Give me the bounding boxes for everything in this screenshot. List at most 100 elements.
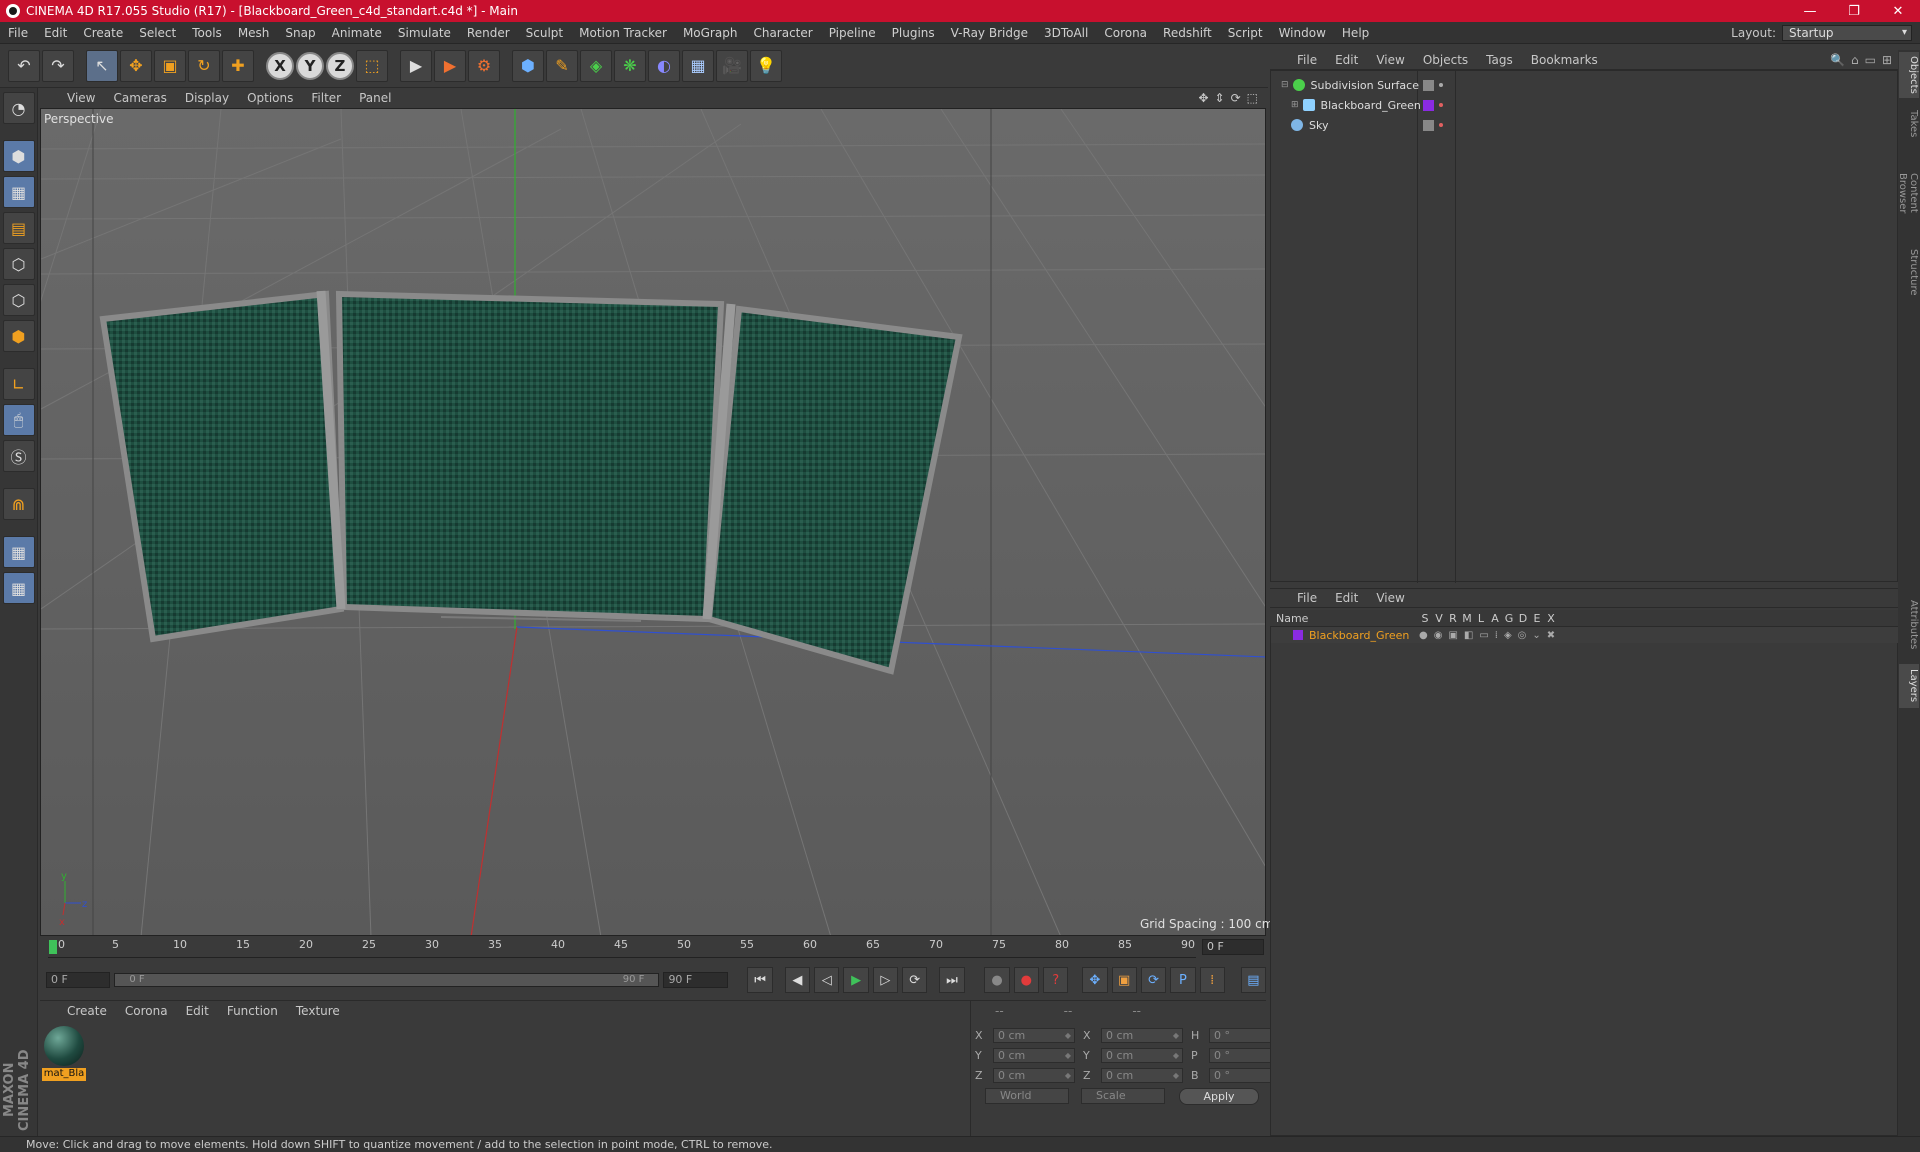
menu-character[interactable]: Character xyxy=(745,26,820,40)
snap-icon[interactable]: ⋒ xyxy=(2,488,35,520)
3d-viewport[interactable]: y z x xyxy=(40,108,1266,936)
new-window-icon[interactable]: ▭ xyxy=(1865,53,1876,67)
menu-window[interactable]: Window xyxy=(1271,26,1334,40)
key-position-button[interactable]: ✥ xyxy=(1082,967,1108,993)
preview-range-slider[interactable]: 0 F 90 F xyxy=(114,973,660,987)
workplane-mode-icon[interactable]: ▤ xyxy=(2,212,35,244)
add-cube-button[interactable]: ⬢ xyxy=(512,49,544,82)
previous-key-button[interactable]: ◀ xyxy=(784,967,811,993)
material-swatch[interactable]: mat_Bla xyxy=(42,1024,86,1081)
viewport-menu-panel[interactable]: Panel xyxy=(350,91,400,105)
menu-help[interactable]: Help xyxy=(1334,26,1377,40)
layer-toggle-icons[interactable]: ●◉▣◧▭⁞◈◎⌄✖ xyxy=(1419,630,1561,641)
menu-file[interactable]: File xyxy=(0,26,36,40)
render-dot-icon[interactable] xyxy=(1439,123,1443,127)
material-menu-create[interactable]: Create xyxy=(58,1004,116,1018)
menu-animate[interactable]: Animate xyxy=(324,26,390,40)
rotate-tool-button[interactable]: ↻ xyxy=(188,49,220,82)
objects-menu-view[interactable]: View xyxy=(1367,53,1413,67)
tab-content-browser[interactable]: Content Browser xyxy=(1897,148,1919,238)
add-array-button[interactable]: ❋ xyxy=(614,49,646,82)
position-z-field[interactable]: 0 cm xyxy=(993,1068,1075,1083)
layers-menu-view[interactable]: View xyxy=(1367,591,1413,605)
size-y-field[interactable]: 0 cm xyxy=(1101,1048,1183,1063)
menu-corona[interactable]: Corona xyxy=(1096,26,1155,40)
layers-menu-file[interactable]: File xyxy=(1288,591,1326,605)
objects-menu-objects[interactable]: Objects xyxy=(1414,53,1477,67)
close-button[interactable]: ✕ xyxy=(1876,0,1920,22)
menu-select[interactable]: Select xyxy=(131,26,184,40)
add-floor-button[interactable]: ▦ xyxy=(682,49,714,82)
objects-menu-tags[interactable]: Tags xyxy=(1477,53,1522,67)
visibility-toggle-icon[interactable] xyxy=(1423,119,1434,131)
move-tool-button[interactable]: ✥ xyxy=(120,49,152,82)
add-camera-button[interactable]: 🎥 xyxy=(716,49,748,82)
keyframe-selection-button[interactable]: ? xyxy=(1043,967,1069,993)
lock-workplane-icon[interactable]: ▦ xyxy=(2,536,35,568)
search-icon[interactable]: 🔍 xyxy=(1830,53,1845,67)
edges-mode-icon[interactable]: ⬡ xyxy=(2,284,35,316)
x-axis-lock-button[interactable]: X xyxy=(266,51,294,80)
tab-attributes[interactable]: Attributes xyxy=(1899,590,1919,660)
size-mode-select[interactable]: Scale xyxy=(1081,1088,1165,1104)
key-pla-button[interactable]: ⁞ xyxy=(1199,967,1225,993)
minimize-button[interactable]: — xyxy=(1788,0,1832,22)
objects-menu-edit[interactable]: Edit xyxy=(1326,53,1367,67)
autokey-button[interactable]: ● xyxy=(1013,967,1040,993)
menu-render[interactable]: Render xyxy=(459,26,518,40)
tab-layers[interactable]: Layers xyxy=(1899,664,1919,708)
timeline-window-button[interactable]: ▤ xyxy=(1240,967,1267,993)
menu-redshift[interactable]: Redshift xyxy=(1155,26,1220,40)
viewport-maximize-icon[interactable]: ⬚ xyxy=(1247,91,1258,105)
apply-button[interactable]: Apply xyxy=(1179,1088,1259,1105)
home-icon[interactable]: ⌂ xyxy=(1851,53,1859,67)
start-frame-field[interactable]: 0 F xyxy=(46,972,111,988)
render-settings-button[interactable]: ⚙ xyxy=(468,49,500,82)
layer-color-tag-icon[interactable] xyxy=(1423,99,1434,111)
render-dot-icon[interactable] xyxy=(1439,103,1443,107)
model-mode-icon[interactable]: ⬢ xyxy=(2,140,35,172)
tab-takes[interactable]: Takes xyxy=(1899,104,1919,144)
menu-plugins[interactable]: Plugins xyxy=(884,26,943,40)
object-row[interactable]: Sky xyxy=(1271,115,1899,135)
material-menu-texture[interactable]: Texture xyxy=(287,1004,349,1018)
add-nurbs-button[interactable]: ◈ xyxy=(580,49,612,82)
add-spline-pen-button[interactable]: ✎ xyxy=(546,49,578,82)
next-frame-button[interactable]: ▷ xyxy=(872,967,899,993)
add-light-button[interactable]: 💡 xyxy=(750,49,782,82)
add-deformer-button[interactable]: ◐ xyxy=(648,49,680,82)
coordinate-system-button[interactable]: ⬚ xyxy=(356,49,388,82)
menu-sculpt[interactable]: Sculpt xyxy=(518,26,571,40)
visibility-toggle-icon[interactable] xyxy=(1423,79,1434,91)
object-row[interactable]: ⊞ Blackboard_Green xyxy=(1271,95,1899,115)
axis-mode-icon[interactable]: ∟ xyxy=(2,368,35,400)
viewport-orbit-icon[interactable]: ⟳ xyxy=(1231,91,1241,105)
z-axis-lock-button[interactable]: Z xyxy=(326,51,354,80)
viewport-pan-icon[interactable]: ✥ xyxy=(1198,91,1208,105)
menu-snap[interactable]: Snap xyxy=(277,26,323,40)
menu-vray-bridge[interactable]: V-Ray Bridge xyxy=(943,26,1036,40)
menu-tools[interactable]: Tools xyxy=(184,26,230,40)
select-tool-button[interactable]: ↖ xyxy=(86,49,118,82)
viewport-dolly-icon[interactable]: ⇕ xyxy=(1215,91,1225,105)
position-x-field[interactable]: 0 cm xyxy=(993,1028,1075,1043)
undo-button[interactable]: ↶ xyxy=(8,49,40,82)
play-button[interactable]: ▶ xyxy=(843,967,869,993)
points-mode-icon[interactable]: ⬡ xyxy=(2,248,35,280)
viewport-menu-display[interactable]: Display xyxy=(176,91,238,105)
texture-mode-icon[interactable]: ▦ xyxy=(2,176,35,208)
object-row[interactable]: ⊟ Subdivision Surface xyxy=(1271,75,1899,95)
menu-mesh[interactable]: Mesh xyxy=(230,26,278,40)
timeline-ruler[interactable]: 0 5 10 15 20 25 30 35 40 45 50 55 60 65 … xyxy=(40,936,1266,960)
position-y-field[interactable]: 0 cm xyxy=(993,1048,1075,1063)
menu-pipeline[interactable]: Pipeline xyxy=(821,26,884,40)
key-rotation-button[interactable]: ⟳ xyxy=(1140,967,1167,993)
menu-script[interactable]: Script xyxy=(1220,26,1271,40)
tweak-mode-icon[interactable]: 🖱 xyxy=(2,404,35,436)
render-view-button[interactable]: ▶ xyxy=(400,49,432,82)
make-editable-icon[interactable]: ◔ xyxy=(2,92,35,124)
layer-color-swatch[interactable] xyxy=(1293,630,1303,640)
menu-simulate[interactable]: Simulate xyxy=(390,26,459,40)
key-scale-button[interactable]: ▣ xyxy=(1111,967,1137,993)
previous-frame-button[interactable]: ◁ xyxy=(814,967,840,993)
